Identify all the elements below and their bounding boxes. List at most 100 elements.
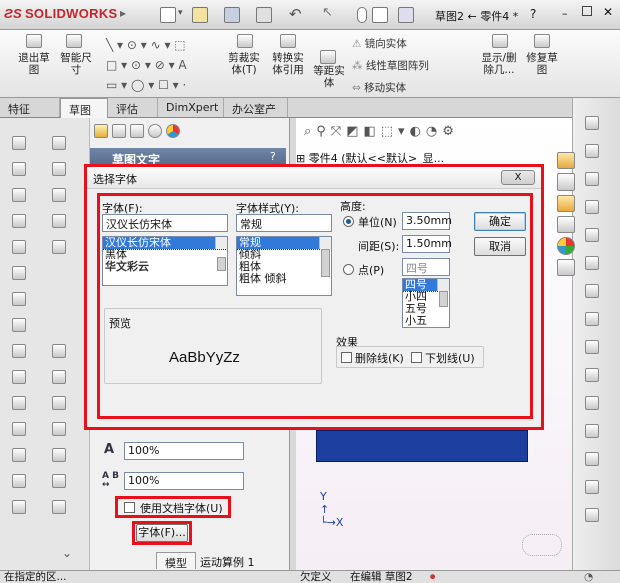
underline-checkbox[interactable]	[411, 352, 422, 363]
exit-sketch-button[interactable]: 退出草 图	[14, 52, 54, 76]
tool-icon[interactable]	[585, 340, 599, 354]
spacing-input[interactable]: 100%	[124, 472, 244, 490]
configuration-icon[interactable]	[130, 124, 144, 138]
tab-evaluate[interactable]: 评估	[108, 98, 158, 117]
width-factor-input[interactable]: 100%	[124, 442, 244, 460]
tab-office-products[interactable]: 办公室产品	[224, 98, 288, 132]
dialog-close-button[interactable]: X	[501, 170, 535, 185]
tool-icon[interactable]	[585, 312, 599, 326]
property-manager-icon[interactable]	[112, 124, 126, 138]
new-document-icon[interactable]	[160, 7, 176, 23]
tab-features[interactable]: 特征	[0, 98, 60, 117]
smart-dimension-button[interactable]: 智能尺 寸	[56, 52, 96, 76]
dropdown-icon[interactable]: ▾	[178, 8, 183, 18]
tool-icon[interactable]	[52, 448, 66, 462]
tab-dimxpert[interactable]: DimXpert	[158, 98, 224, 117]
tool-icon[interactable]	[585, 452, 599, 466]
point-size-item[interactable]: 小五	[403, 315, 449, 327]
tool-icon[interactable]	[12, 214, 26, 228]
help-icon[interactable]: ?	[530, 7, 536, 21]
tool-icon[interactable]	[12, 240, 26, 254]
display-manager-icon[interactable]	[166, 124, 180, 138]
point-radio[interactable]	[343, 264, 354, 275]
expand-toolbar-icon[interactable]: ⌄	[62, 546, 72, 560]
linear-pattern-button[interactable]: ⁂ 线性草图阵列	[352, 58, 429, 73]
tool-icon[interactable]	[52, 344, 66, 358]
appearances-icon[interactable]	[557, 237, 575, 255]
tool-icon[interactable]	[12, 370, 26, 384]
style-input[interactable]: 常规	[236, 214, 332, 232]
tool-icon[interactable]	[585, 256, 599, 270]
print-icon[interactable]	[256, 7, 272, 23]
custom-properties-icon[interactable]	[557, 258, 575, 276]
point-size-scrollbar[interactable]	[437, 279, 449, 307]
line-tool-icon[interactable]: ╲ ▾ ⊙ ▾ ∿ ▾ ⬚	[106, 34, 186, 56]
tool-icon[interactable]	[12, 474, 26, 488]
tool-icon[interactable]	[585, 508, 599, 522]
style-list-item[interactable]: 粗体 倾斜	[237, 273, 331, 285]
font-input[interactable]: 汉仪长仿宋体	[102, 214, 228, 232]
unit-radio[interactable]	[343, 216, 354, 227]
tool-icon[interactable]	[12, 266, 26, 280]
tool-icon[interactable]	[52, 474, 66, 488]
tool-icon[interactable]	[585, 172, 599, 186]
tool-icon[interactable]	[52, 188, 66, 202]
tool-icon[interactable]	[585, 480, 599, 494]
dimxpert-icon[interactable]	[148, 124, 162, 138]
use-doc-font-checkbox[interactable]	[124, 502, 135, 513]
point-size-list[interactable]: 四号 小四 五号 小五	[402, 278, 450, 328]
mirror-entities-button[interactable]: ⚠ 镜向实体	[352, 36, 407, 51]
rect-tool-icon[interactable]: □ ▾ ⊙ ▾ ⊘ ▾ A	[106, 54, 187, 76]
tool-icon[interactable]	[52, 422, 66, 436]
tool-icon[interactable]	[52, 214, 66, 228]
font-button[interactable]: 字体(F)...	[136, 524, 188, 542]
display-relations-button[interactable]: 显示/删 除几...	[476, 52, 522, 76]
folder-icon[interactable]	[557, 194, 575, 212]
font-list-item[interactable]: 华文彩云	[103, 261, 227, 273]
tool-icon[interactable]	[52, 396, 66, 410]
status-options-icon[interactable]: ◔	[584, 571, 593, 583]
style-list[interactable]: 常规 倾斜 粗体 粗体 倾斜	[236, 236, 332, 296]
tool-icon[interactable]	[52, 162, 66, 176]
spacing-field-input[interactable]: 1.50mm	[402, 235, 452, 253]
tool-icon[interactable]	[52, 136, 66, 150]
open-folder-icon[interactable]	[192, 7, 208, 23]
tool-icon[interactable]	[12, 500, 26, 514]
tab-sketch[interactable]: 草图	[60, 98, 108, 118]
tool-icon[interactable]	[12, 292, 26, 306]
file-properties-icon[interactable]	[372, 7, 388, 23]
library-icon[interactable]	[557, 215, 575, 234]
tool-icon[interactable]	[585, 228, 599, 242]
window-close-icon[interactable]: ✕	[603, 5, 613, 19]
repair-sketch-button[interactable]: 修复草 图	[522, 52, 562, 76]
font-list[interactable]: 汉仪长仿宋体 黑体 华文彩云	[102, 236, 228, 286]
expand-icon[interactable]: ▸	[120, 6, 132, 22]
strikeout-checkbox[interactable]	[341, 352, 352, 363]
tool-icon[interactable]	[585, 368, 599, 382]
minimize-icon[interactable]: –	[562, 7, 568, 20]
tool-icon[interactable]	[12, 318, 26, 332]
tool-icon[interactable]	[12, 422, 26, 436]
trim-entities-button[interactable]: 剪裁实 体(T)	[224, 52, 264, 76]
tool-icon[interactable]	[52, 370, 66, 384]
rebuild-icon[interactable]	[357, 7, 367, 23]
tool-icon[interactable]	[12, 396, 26, 410]
restore-icon[interactable]	[582, 6, 592, 16]
resources-icon[interactable]	[557, 173, 575, 191]
tool-icon[interactable]	[585, 200, 599, 214]
ok-button[interactable]: 确定	[474, 212, 526, 231]
tool-icon[interactable]	[585, 144, 599, 158]
save-icon[interactable]	[224, 7, 240, 23]
undo-icon[interactable]: ↶	[289, 5, 302, 23]
tool-icon[interactable]	[12, 448, 26, 462]
select-cursor-icon[interactable]: ↖	[322, 5, 333, 20]
tool-icon[interactable]	[585, 396, 599, 410]
options-icon[interactable]	[398, 7, 414, 23]
style-list-scrollbar[interactable]	[319, 237, 331, 277]
move-entities-button[interactable]: ⇔ 移动实体	[352, 80, 406, 95]
unit-input[interactable]: 3.50mm	[402, 212, 452, 230]
offset-entities-button[interactable]: 等距实 体	[310, 65, 348, 89]
convert-entities-button[interactable]: 转换实 体引用	[268, 52, 308, 76]
tool-icon[interactable]	[585, 284, 599, 298]
tool-icon[interactable]	[52, 500, 66, 514]
